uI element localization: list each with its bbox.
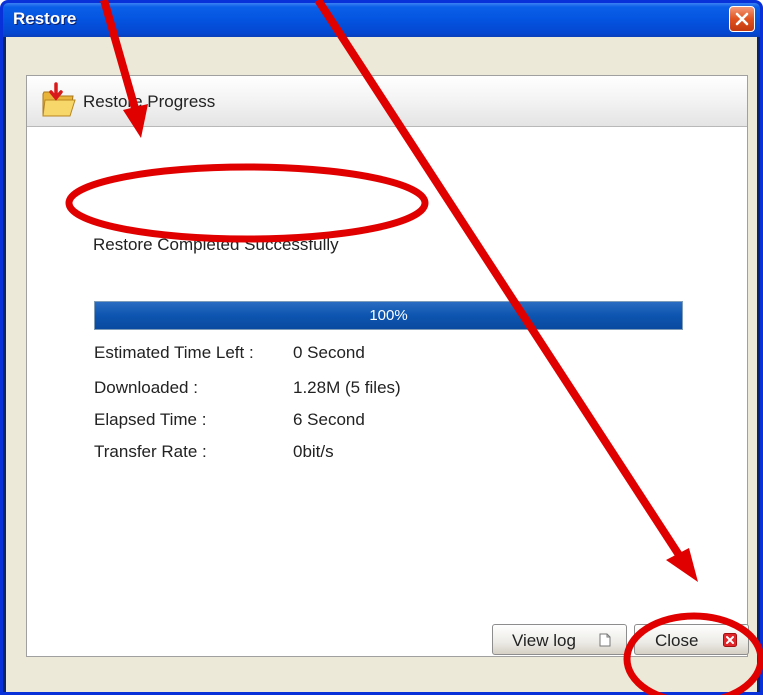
elapsed-time-label: Elapsed Time : <box>94 410 207 429</box>
dialog-body: Restore Progress Restore Completed Succe… <box>6 37 757 692</box>
downloaded-value: 1.28M (5 files) <box>293 378 401 397</box>
estimated-time-label: Estimated Time Left : <box>94 343 254 362</box>
status-message: Restore Completed Successfully <box>93 235 339 254</box>
panel-header: Restore Progress <box>27 76 747 127</box>
view-log-button[interactable]: View log <box>492 624 627 655</box>
folder-download-icon <box>42 82 76 117</box>
document-icon <box>599 633 611 647</box>
close-button[interactable]: Close <box>634 624 749 655</box>
elapsed-time-value: 6 Second <box>293 410 365 429</box>
window-close-button[interactable] <box>729 6 755 32</box>
title-bar[interactable]: Restore <box>3 3 760 37</box>
close-red-icon <box>723 633 737 647</box>
progress-percent: 100% <box>369 307 408 324</box>
close-label: Close <box>655 631 699 650</box>
panel-title: Restore Progress <box>83 92 216 111</box>
downloaded-label: Downloaded : <box>94 378 198 397</box>
transfer-rate-label: Transfer Rate : <box>94 442 207 461</box>
restore-dialog: Restore Restore Progress Restore Complet… <box>0 0 763 695</box>
estimated-time-value: 0 Second <box>293 343 365 362</box>
window-title: Restore <box>13 9 77 28</box>
window-close-icon <box>735 12 749 26</box>
transfer-rate-value: 0bit/s <box>293 442 334 461</box>
progress-bar: 100% <box>94 301 683 330</box>
view-log-label: View log <box>512 631 576 650</box>
progress-panel: Restore Progress Restore Completed Succe… <box>26 75 748 657</box>
